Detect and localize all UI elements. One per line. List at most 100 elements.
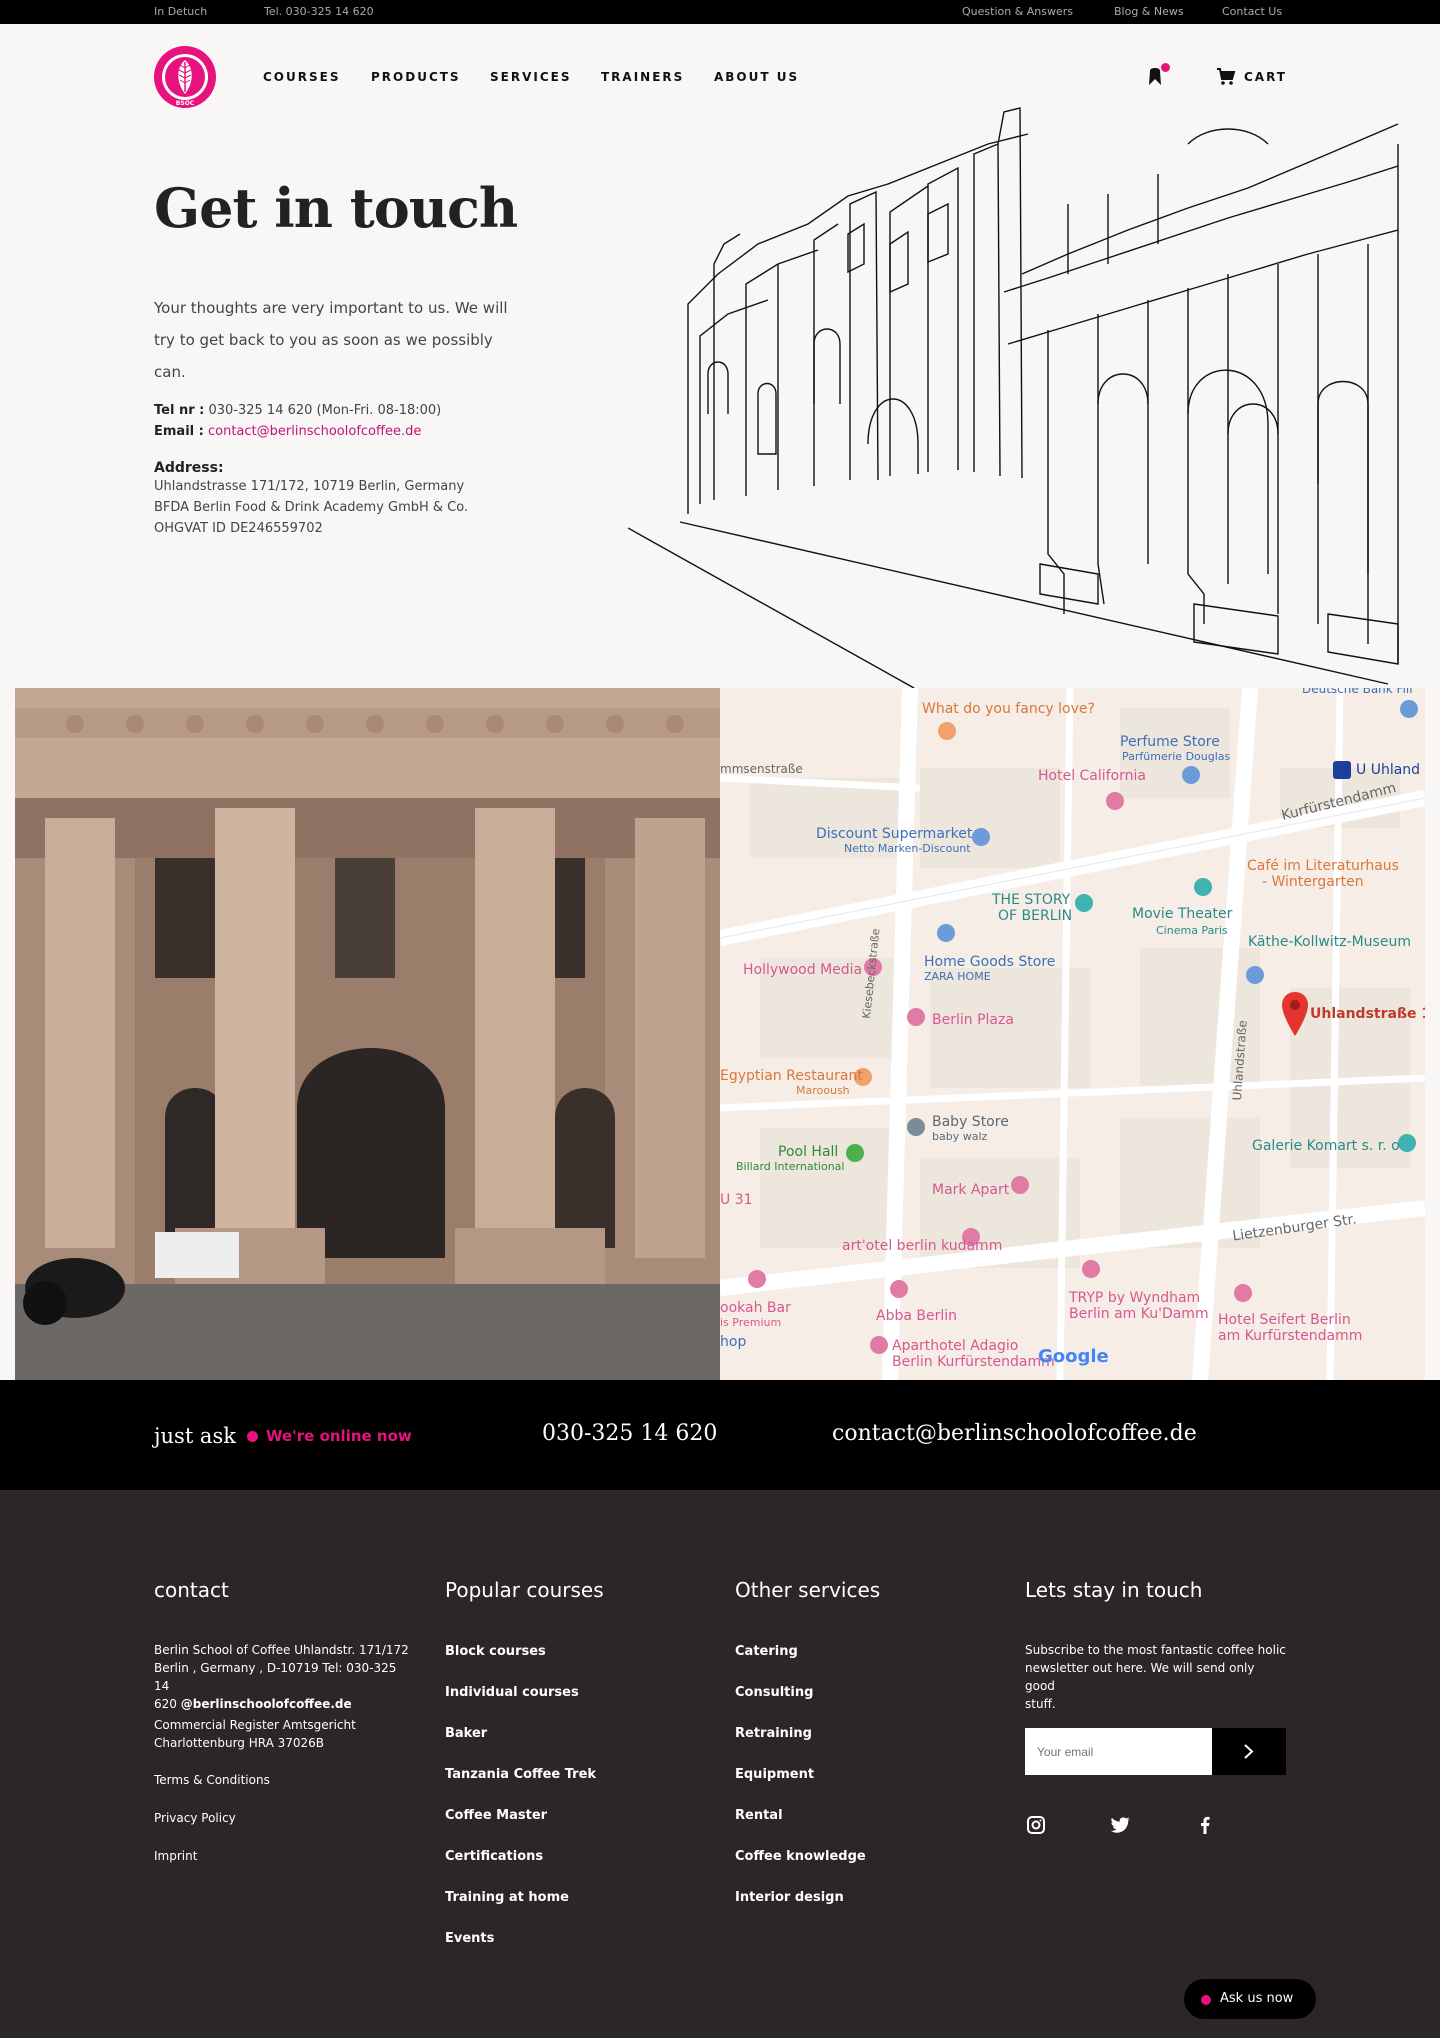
hotel-pin-icon[interactable]: [907, 1008, 925, 1026]
service-link-interior-design[interactable]: Interior design: [735, 1890, 844, 1905]
chevron-right-icon: [1244, 1744, 1254, 1759]
popular-courses-heading: Popular courses: [445, 1578, 604, 1602]
map-label: Billard International: [736, 1160, 845, 1173]
map-label: Berlin am Ku'Damm: [1069, 1306, 1209, 1322]
top-bar: In Detuch Tel. 030-325 14 620 Question &…: [0, 0, 1440, 24]
email-link[interactable]: contact@berlinschoolofcoffee.de: [208, 424, 421, 439]
building-sketch-illustration: [628, 107, 1399, 689]
map-label: Galerie Komart s. r. o: [1252, 1138, 1400, 1154]
map-label: Marooush: [796, 1084, 850, 1097]
hotel-pin-icon[interactable]: [1011, 1176, 1029, 1194]
cart-label[interactable]: CART: [1244, 70, 1287, 84]
cinema-pin-icon[interactable]: [1194, 878, 1212, 896]
location-map[interactable]: What do you fancy love? Perfume Store Pa…: [720, 688, 1425, 1380]
newsletter-text: Subscribe to the most fantastic coffee h…: [1025, 1641, 1287, 1713]
hero-intro: Your thoughts are very important to us. …: [154, 299, 508, 381]
online-status-dot: [1201, 1995, 1211, 2005]
gallery-pin-icon[interactable]: [1398, 1134, 1416, 1152]
museum-pin-icon[interactable]: [1075, 894, 1093, 912]
store-pin-icon[interactable]: [907, 1118, 925, 1136]
course-link-block[interactable]: Block courses: [445, 1644, 546, 1659]
hotel-pin-icon[interactable]: [1234, 1284, 1252, 1302]
course-link-baker[interactable]: Baker: [445, 1726, 487, 1741]
bank-pin-icon[interactable]: [1400, 700, 1418, 718]
newsletter-submit-button[interactable]: [1212, 1728, 1286, 1775]
map-label: What do you fancy love?: [922, 701, 1095, 717]
newsletter-line: Subscribe to the most fantastic coffee h…: [1025, 1643, 1286, 1657]
other-services-heading: Other services: [735, 1578, 881, 1602]
building-entrance-photo: [15, 688, 720, 1380]
footer-register-line: Charlottenburg HRA 37026B: [154, 1736, 325, 1750]
topbar-link-blog[interactable]: Blog & News: [1114, 5, 1184, 18]
imprint-link[interactable]: Imprint: [154, 1849, 197, 1863]
hotel-pin-icon[interactable]: [1106, 792, 1124, 810]
shopping-pin-icon[interactable]: [1182, 766, 1200, 784]
hotel-pin-icon[interactable]: [748, 1270, 766, 1288]
facebook-icon[interactable]: [1194, 1814, 1216, 1836]
nav-about-us[interactable]: ABOUT US: [714, 70, 799, 84]
course-link-certifications[interactable]: Certifications: [445, 1849, 543, 1864]
topbar-phone[interactable]: Tel. 030-325 14 620: [264, 5, 374, 18]
online-status-dot: [247, 1431, 258, 1442]
tel-label: Tel nr :: [154, 403, 205, 418]
map-label: Parfümerie Douglas: [1122, 750, 1231, 763]
cart-icon[interactable]: [1216, 68, 1236, 86]
nav-products[interactable]: PRODUCTS: [371, 70, 461, 84]
service-link-equipment[interactable]: Equipment: [735, 1767, 814, 1782]
course-link-individual[interactable]: Individual courses: [445, 1685, 579, 1700]
pool-pin-icon[interactable]: [846, 1144, 864, 1162]
course-link-training-home[interactable]: Training at home: [445, 1890, 569, 1905]
twitter-icon[interactable]: [1110, 1814, 1132, 1836]
service-link-catering[interactable]: Catering: [735, 1644, 798, 1659]
course-link-tanzania[interactable]: Tanzania Coffee Trek: [445, 1767, 596, 1782]
service-link-consulting[interactable]: Consulting: [735, 1685, 813, 1700]
tel-value[interactable]: 030-325 14 620 (Mon-Fri. 08-18:00): [208, 403, 441, 418]
map-label: am Kurfürstendamm: [1218, 1328, 1363, 1344]
newsletter-email-input[interactable]: [1025, 1728, 1212, 1775]
restaurant-pin-icon[interactable]: [938, 722, 956, 740]
shopping-pin-icon[interactable]: [1246, 966, 1264, 984]
privacy-link[interactable]: Privacy Policy: [154, 1811, 236, 1825]
map-label: Berlin Kurfürstendamm: [892, 1354, 1055, 1370]
service-link-coffee-knowledge[interactable]: Coffee knowledge: [735, 1849, 866, 1864]
hotel-pin-icon[interactable]: [890, 1280, 908, 1298]
leaf-icon: BSOC: [165, 57, 205, 107]
hotel-pin-icon[interactable]: [870, 1336, 888, 1354]
nav-trainers[interactable]: TRAINERS: [601, 70, 684, 84]
instagram-icon[interactable]: [1025, 1814, 1047, 1836]
footer-register-line: Commercial Register Amtsgericht: [154, 1718, 356, 1732]
shopping-pin-icon[interactable]: [972, 828, 990, 846]
nav-services[interactable]: SERVICES: [490, 70, 571, 84]
service-link-retraining[interactable]: Retraining: [735, 1726, 812, 1741]
service-link-rental[interactable]: Rental: [735, 1808, 783, 1823]
site-logo[interactable]: BSOC: [154, 46, 216, 108]
email-label: Email :: [154, 424, 204, 439]
terms-link[interactable]: Terms & Conditions: [154, 1773, 270, 1787]
course-link-coffee-master[interactable]: Coffee Master: [445, 1808, 547, 1823]
newsletter-line: stuff.: [1025, 1697, 1056, 1711]
map-label: Aparthotel Adagio: [892, 1338, 1019, 1354]
map-label: Abba Berlin: [876, 1308, 958, 1324]
map-label: Berlin Plaza: [932, 1012, 1014, 1028]
topbar-link-contact[interactable]: Contact Us: [1222, 5, 1282, 18]
map-label: Hollywood Media: [743, 962, 863, 978]
shopping-pin-icon[interactable]: [937, 924, 955, 942]
footer-contact-handle[interactable]: @berlinschoolofcoffee.de: [181, 1697, 352, 1711]
address-title: Address:: [154, 460, 224, 476]
map-label: baby walz: [932, 1130, 988, 1143]
address-line-1: Uhlandstrasse 171/172, 10719 Berlin, Ger…: [154, 479, 465, 494]
map-label: Hotel California: [1038, 768, 1147, 784]
map-label: Perfume Store: [1120, 734, 1220, 750]
ask-us-now-label[interactable]: Ask us now: [1220, 1991, 1293, 2006]
address-line-3: OHGVAT ID DE246559702: [154, 521, 323, 536]
location-marker-icon[interactable]: [1282, 992, 1308, 1036]
language-link[interactable]: In Detuch: [154, 5, 207, 18]
band-email[interactable]: contact@berlinschoolofcoffee.de: [832, 1421, 1197, 1446]
course-link-events[interactable]: Events: [445, 1931, 494, 1946]
nav-courses[interactable]: COURSES: [263, 70, 340, 84]
topbar-link-qa[interactable]: Question & Answers: [962, 5, 1073, 18]
notification-dot: [1161, 63, 1170, 72]
map-label: ookah Bar: [720, 1300, 791, 1316]
band-phone[interactable]: 030-325 14 620: [542, 1421, 717, 1446]
hotel-pin-icon[interactable]: [1082, 1260, 1100, 1278]
